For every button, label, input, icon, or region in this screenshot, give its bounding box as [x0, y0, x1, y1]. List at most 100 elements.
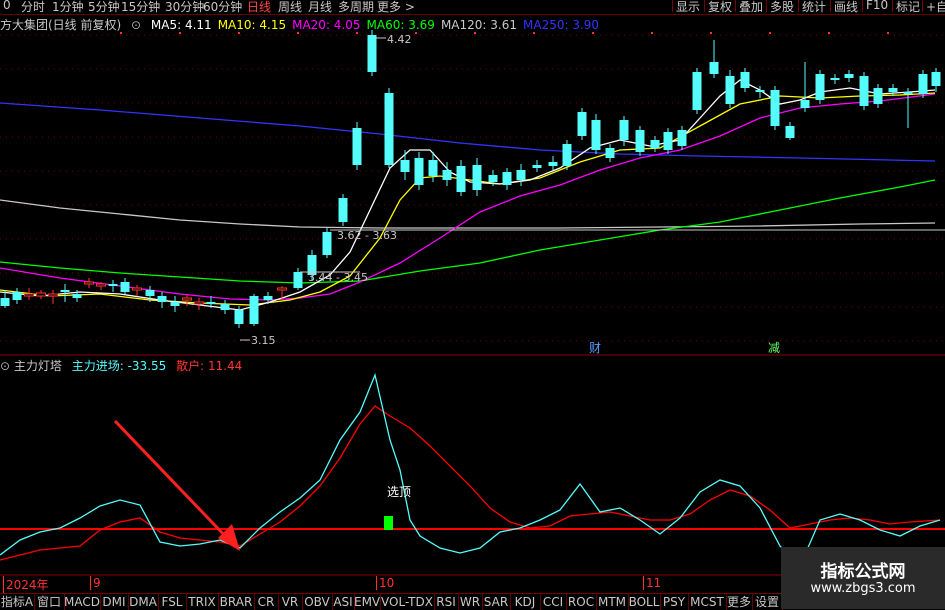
indicator-tab-18[interactable]: CCI [540, 594, 567, 610]
indicator-tab-19[interactable]: ROC [566, 594, 597, 610]
top-mark [297, 32, 299, 34]
event-marker-1: 财 [589, 341, 601, 355]
indicator-tab-12[interactable]: EMV [354, 594, 381, 610]
indicator-tab-9[interactable]: VR [278, 594, 303, 610]
indicator-tab-3[interactable]: DMI [100, 594, 129, 610]
candle-body-55 [770, 90, 780, 126]
indicator-tab-8[interactable]: CR [254, 594, 279, 610]
candle-body-8 [96, 283, 106, 287]
indicator-tab-16[interactable]: SAR [482, 594, 511, 610]
time-tick-3: 11 [643, 576, 661, 590]
candle-body-45 [619, 120, 629, 140]
ma10-line [0, 92, 936, 306]
candle-body-51 [709, 62, 719, 74]
candle-body-36 [488, 175, 498, 182]
candle-body-42 [577, 112, 587, 136]
retail-value: 散户: 11.44 [176, 359, 243, 373]
main-force-value: 主力进场: -33.55 [71, 359, 167, 373]
candle-body-1 [12, 292, 22, 300]
candle-body-10 [120, 282, 130, 292]
candle-body-37 [502, 172, 512, 185]
time-tick-0: 2024年 [3, 576, 49, 593]
candle-body-12 [145, 290, 155, 296]
indicator-tab-5[interactable]: FSL [158, 594, 187, 610]
time-tick-1: 9 [90, 576, 101, 590]
ma120-line [0, 199, 936, 229]
candle-body-65 [918, 74, 928, 94]
time-tick-2: 10 [376, 576, 394, 590]
indicator-tab-6[interactable]: TRIX [186, 594, 219, 610]
candle-body-13 [157, 296, 167, 302]
indicator-tab-24[interactable]: 更多 [726, 594, 753, 610]
candle-body-48 [663, 132, 673, 150]
candle-body-7 [84, 281, 94, 285]
candle-body-59 [830, 78, 840, 80]
candle-body-52 [725, 76, 735, 104]
candle-body-60 [844, 74, 854, 78]
candle-body-0 [0, 298, 10, 306]
candle-body-5 [60, 290, 70, 292]
gap-label-1: 3.62 - 3.63 [337, 229, 397, 242]
candle-body-57 [800, 100, 810, 108]
indicator-tab-1[interactable]: 窗口 [34, 594, 65, 610]
candle-body-64 [903, 92, 913, 94]
settings-icon[interactable]: ⊙ [0, 359, 10, 373]
indicator-tab-0[interactable]: 指标A [0, 594, 35, 610]
top-mark [474, 32, 476, 34]
signal-label: 选顶 [387, 485, 411, 499]
indicator-tab-7[interactable]: BRAR [218, 594, 255, 610]
candle-body-26 [338, 198, 348, 222]
candle-body-4 [48, 293, 58, 297]
candle-body-15 [182, 297, 192, 301]
candle-body-23 [293, 272, 303, 288]
candle-body-32 [428, 160, 438, 176]
candle-body-33 [442, 170, 452, 180]
indicator-tab-15[interactable]: WR [458, 594, 483, 610]
candle-body-30 [400, 160, 410, 172]
ma250-line [0, 102, 936, 162]
indicator-tab-25[interactable]: 设置 [752, 594, 783, 610]
indicator-tab-20[interactable]: MTM [596, 594, 629, 610]
top-mark [828, 32, 830, 34]
top-mark [769, 32, 771, 34]
candle-body-17 [206, 302, 216, 304]
indicator-tab-22[interactable]: PSY [660, 594, 689, 610]
candle-body-63 [888, 88, 898, 92]
candle-body-44 [605, 148, 615, 158]
candle-body-34 [456, 166, 466, 192]
top-mark [120, 32, 122, 34]
candle-body-40 [548, 162, 558, 166]
top-mark [356, 32, 358, 34]
candle-body-25 [322, 232, 332, 255]
candle-body-54 [755, 90, 765, 92]
candle-body-3 [36, 292, 46, 297]
indicator-tab-2[interactable]: MACD [64, 594, 101, 610]
ma5-line [0, 79, 936, 311]
indicator-tab-13[interactable]: VOL-TDX [380, 594, 435, 610]
candle-body-14 [170, 302, 180, 306]
candle-body-35 [472, 165, 482, 190]
indicator-tab-17[interactable]: KDJ [510, 594, 541, 610]
indicator-tab-4[interactable]: DMA [128, 594, 159, 610]
candle-body-11 [132, 287, 142, 291]
arrow-shaft [113, 419, 231, 542]
candle-body-47 [650, 140, 660, 148]
candle-body-46 [635, 130, 645, 152]
candle-body-6 [72, 294, 82, 298]
candle-body-9 [108, 284, 118, 286]
chart-canvas: 4.42 3.15 3.62 - 3.63 3.44 - 3.45 财 减 选顶 [0, 30, 945, 576]
indicator-tab-21[interactable]: BOLL [628, 594, 661, 610]
candle-body-16 [194, 301, 204, 305]
event-marker-2: 减 [768, 341, 780, 355]
indicator-tab-11[interactable]: ASI [332, 594, 355, 610]
indicator-tab-10[interactable]: OBV [302, 594, 333, 610]
candle-body-22 [277, 287, 287, 291]
indicator-tab-14[interactable]: RSI [434, 594, 459, 610]
high-label: 4.42 [387, 33, 412, 46]
candle-body-53 [740, 72, 750, 88]
indicator-tab-23[interactable]: MCST [688, 594, 727, 610]
candle-body-19 [234, 310, 244, 324]
candle-body-2 [24, 293, 34, 297]
candle-body-18 [220, 304, 230, 310]
low-label: 3.15 [251, 334, 276, 347]
